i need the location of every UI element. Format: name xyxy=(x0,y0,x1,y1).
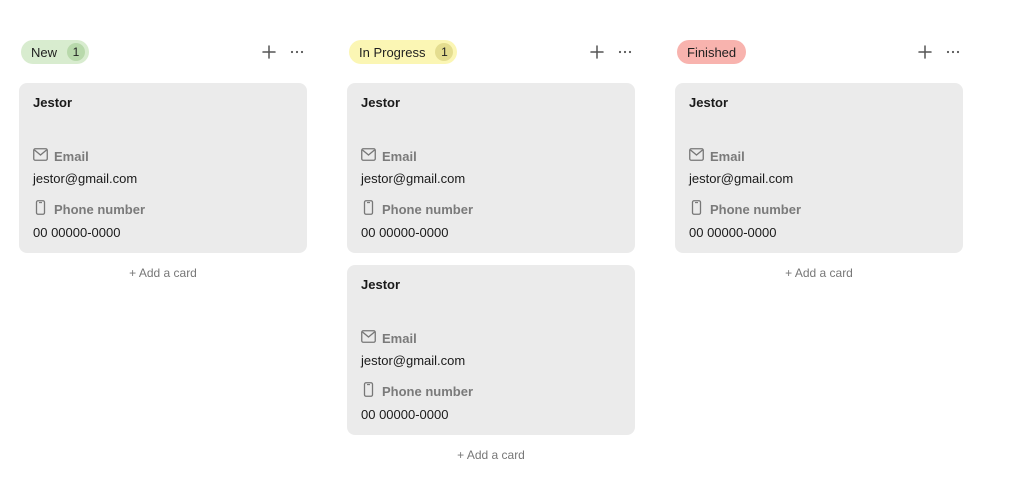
card-count-badge: 1 xyxy=(67,43,86,61)
email-value: jestor@gmail.com xyxy=(33,171,138,186)
column-header: In Progress 1 xyxy=(347,40,635,64)
contact-card[interactable]: Jestor Email jestor@gmail.com Phone numb… xyxy=(347,265,635,435)
smartphone-icon xyxy=(361,382,376,402)
plus-icon[interactable] xyxy=(587,42,607,62)
card-title: Jestor xyxy=(689,95,729,110)
status-pill-finished[interactable]: Finished xyxy=(677,40,747,64)
more-horizontal-icon[interactable] xyxy=(287,42,307,62)
card-count-badge: 1 xyxy=(435,43,454,61)
column-actions xyxy=(259,40,307,64)
email-label: Email xyxy=(33,148,293,166)
card-title: Jestor xyxy=(361,277,401,292)
contact-card[interactable]: Jestor Email jestor@gmail.com Phone numb… xyxy=(19,83,307,253)
column-title: New xyxy=(31,44,58,60)
email-value: jestor@gmail.com xyxy=(361,353,466,368)
kanban-board: New 1 Jestor Email jestor@gmail.com Phon… xyxy=(0,0,1012,493)
email-label: Email xyxy=(689,148,949,166)
smartphone-icon xyxy=(689,200,704,220)
add-card-button[interactable]: + Add a card xyxy=(675,265,963,281)
phone-value: 00 00000-0000 xyxy=(33,225,121,240)
mail-icon xyxy=(361,330,376,348)
column-header: Finished xyxy=(675,40,963,64)
contact-card[interactable]: Jestor Email jestor@gmail.com Phone numb… xyxy=(347,83,635,253)
column-actions xyxy=(915,40,963,64)
contact-card[interactable]: Jestor Email jestor@gmail.com Phone numb… xyxy=(675,83,963,253)
phone-value: 00 00000-0000 xyxy=(361,407,449,422)
smartphone-icon xyxy=(361,200,376,220)
plus-icon[interactable] xyxy=(915,42,935,62)
add-card-button[interactable]: + Add a card xyxy=(19,265,307,281)
column-actions xyxy=(587,40,635,64)
phone-value: 00 00000-0000 xyxy=(361,225,449,240)
column-header: New 1 xyxy=(19,40,307,64)
smartphone-icon xyxy=(33,200,48,220)
phone-label: Phone number xyxy=(689,200,949,220)
phone-value: 00 00000-0000 xyxy=(689,225,777,240)
column-title: Finished xyxy=(687,44,737,60)
mail-icon xyxy=(33,148,48,166)
more-horizontal-icon[interactable] xyxy=(943,42,963,62)
email-value: jestor@gmail.com xyxy=(689,171,794,186)
card-title: Jestor xyxy=(361,95,401,110)
column-finished: Finished Jestor Email jestor@gmail.com P… xyxy=(675,40,963,281)
email-value: jestor@gmail.com xyxy=(361,171,466,186)
status-pill-new[interactable]: New 1 xyxy=(21,40,90,64)
email-label: Email xyxy=(361,148,621,166)
card-title: Jestor xyxy=(33,95,73,110)
phone-label: Phone number xyxy=(361,200,621,220)
mail-icon xyxy=(361,148,376,166)
column-in-progress: In Progress 1 Jestor Email jestor@gmail.… xyxy=(347,40,635,463)
add-card-button[interactable]: + Add a card xyxy=(347,447,635,463)
plus-icon[interactable] xyxy=(259,42,279,62)
more-horizontal-icon[interactable] xyxy=(615,42,635,62)
status-pill-in-progress[interactable]: In Progress 1 xyxy=(349,40,458,64)
column-title: In Progress xyxy=(359,44,426,60)
phone-label: Phone number xyxy=(361,382,621,402)
mail-icon xyxy=(689,148,704,166)
phone-label: Phone number xyxy=(33,200,293,220)
column-new: New 1 Jestor Email jestor@gmail.com Phon… xyxy=(19,40,307,281)
email-label: Email xyxy=(361,330,621,348)
